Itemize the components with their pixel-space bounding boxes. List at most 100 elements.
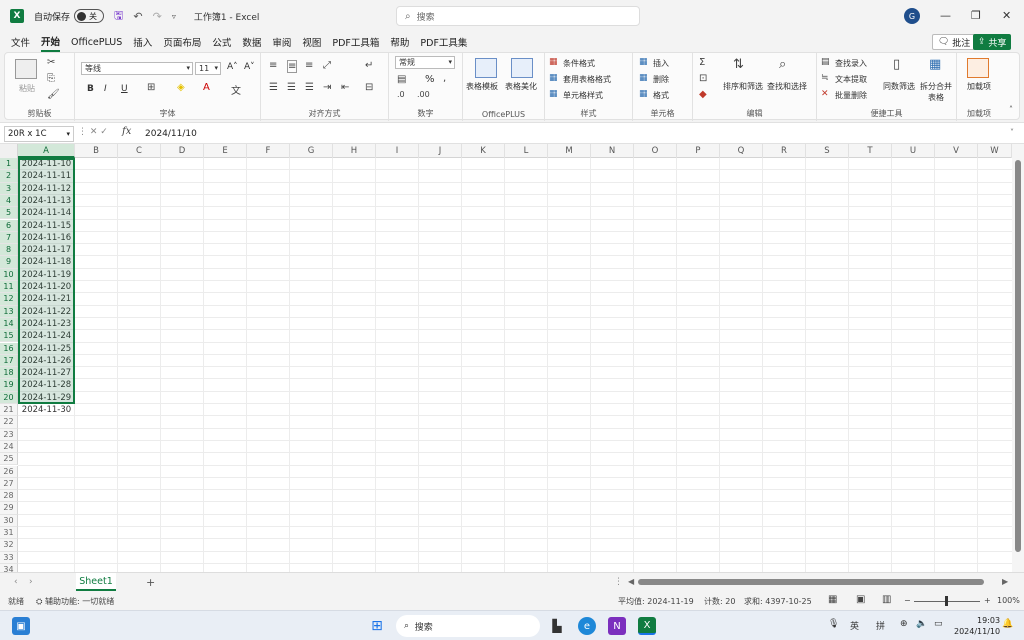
row-header[interactable]: 24: [0, 440, 18, 454]
addins-icon[interactable]: [967, 58, 989, 78]
add-sheet-button[interactable]: +: [146, 576, 155, 589]
sheet-nav-arrows-icon[interactable]: ‹ ›: [14, 577, 33, 587]
column-header[interactable]: I: [376, 144, 419, 158]
sort-filter-button[interactable]: 排序和筛选: [723, 81, 763, 92]
row-header[interactable]: 34: [0, 563, 18, 572]
row-header[interactable]: 21: [0, 404, 18, 417]
row-header[interactable]: 16: [0, 342, 18, 355]
column-header[interactable]: V: [935, 144, 978, 158]
vertical-scroll-thumb[interactable]: [1015, 160, 1021, 552]
battery-icon[interactable]: ▭: [934, 619, 943, 629]
table-template-icon[interactable]: [475, 58, 497, 78]
format-painter-icon[interactable]: 🖌: [47, 89, 60, 100]
ime-mode[interactable]: 拼: [876, 619, 885, 632]
column-header[interactable]: T: [849, 144, 892, 158]
wrap-text-icon[interactable]: ↵: [365, 60, 373, 71]
insert-function-icon[interactable]: fx: [122, 126, 131, 137]
underline-button[interactable]: U: [121, 84, 128, 94]
menu-item-6[interactable]: 数据: [242, 33, 261, 51]
notification-icon[interactable]: 🔔: [1002, 619, 1013, 629]
select-all-corner[interactable]: [0, 144, 18, 158]
comma-icon[interactable]: ,: [443, 73, 446, 84]
split-merge-button[interactable]: 拆分合并表格: [917, 81, 955, 103]
column-header[interactable]: A: [18, 144, 75, 158]
row-header[interactable]: 17: [0, 354, 18, 368]
column-header[interactable]: E: [204, 144, 247, 158]
excel-taskbar-icon[interactable]: X: [638, 617, 656, 635]
row-header[interactable]: 20: [0, 391, 18, 404]
currency-icon[interactable]: ▤: [397, 74, 406, 85]
mic-icon[interactable]: 🎙: [828, 619, 839, 629]
text-extract-button[interactable]: 文本提取: [835, 74, 867, 85]
font-size-select[interactable]: 11 ▾: [195, 62, 221, 75]
share-button[interactable]: ⇪ 共享: [973, 34, 1012, 50]
shrink-font-button[interactable]: A˅: [244, 62, 255, 72]
sheet-tab-sheet1[interactable]: Sheet1: [76, 573, 116, 591]
minimize-button[interactable]: —: [940, 9, 951, 22]
scroll-left-icon[interactable]: ◀: [628, 577, 634, 586]
row-header[interactable]: 18: [0, 367, 18, 380]
row-header[interactable]: 30: [0, 514, 18, 527]
row-header[interactable]: 25: [0, 453, 18, 466]
clock[interactable]: 19:03 2024/11/10: [954, 615, 1000, 637]
zoom-in-icon[interactable]: +: [984, 596, 991, 605]
conditional-format-button[interactable]: 条件格式: [563, 58, 595, 69]
column-header[interactable]: U: [892, 144, 935, 158]
outdent-icon[interactable]: ⇤: [341, 82, 349, 93]
column-header[interactable]: H: [333, 144, 376, 158]
font-color-icon[interactable]: A: [203, 82, 210, 93]
clear-icon[interactable]: ◆: [699, 89, 707, 100]
close-button[interactable]: ✕: [1002, 9, 1011, 22]
column-header[interactable]: S: [806, 144, 849, 158]
row-header[interactable]: 6: [0, 219, 18, 232]
cell-styles-button[interactable]: 单元格样式: [563, 90, 603, 101]
column-header[interactable]: N: [591, 144, 634, 158]
menu-item-4[interactable]: 页面布局: [163, 33, 201, 51]
number-format-select[interactable]: 常规 ▾: [395, 56, 455, 69]
row-header[interactable]: 33: [0, 551, 18, 564]
menu-item-3[interactable]: 插入: [133, 33, 152, 51]
font-name-select[interactable]: 等线 ▾: [81, 62, 193, 75]
horizontal-scroll-thumb[interactable]: [638, 579, 984, 585]
decrease-decimal-icon[interactable]: .00: [417, 90, 430, 99]
column-header[interactable]: D: [161, 144, 204, 158]
accessibility-status[interactable]: ⛭ 辅助功能: 一切就绪: [36, 596, 114, 607]
column-header[interactable]: K: [462, 144, 505, 158]
table-format-button[interactable]: 套用表格格式: [563, 74, 611, 85]
align-left-icon[interactable]: ☰: [269, 82, 278, 93]
column-header[interactable]: M: [548, 144, 591, 158]
start-icon[interactable]: ⊞: [368, 617, 386, 635]
row-header[interactable]: 14: [0, 317, 18, 331]
row-header[interactable]: 15: [0, 330, 18, 343]
delete-button[interactable]: 删除: [653, 74, 669, 85]
paste-icon[interactable]: [15, 59, 37, 79]
collapse-ribbon-icon[interactable]: ˄: [1009, 105, 1013, 114]
row-header[interactable]: 3: [0, 182, 18, 195]
align-right-icon[interactable]: ☰: [305, 82, 314, 93]
cells-area[interactable]: 2024-11-10 2024-11-11 2024-11-12 2024-11-13…: [18, 158, 1021, 572]
column-header[interactable]: J: [419, 144, 462, 158]
table-beautify-button[interactable]: 表格美化: [505, 81, 537, 92]
menu-item-1[interactable]: 开始: [41, 32, 61, 52]
row-header[interactable]: 19: [0, 379, 18, 392]
row-header[interactable]: 22: [0, 416, 18, 429]
undo-icon[interactable]: ↶: [133, 10, 142, 23]
spreadsheet-grid[interactable]: ABCDEFGHIJKLMNOPQRSTUVW 1 2 3 4 5 6 7 8 9 10 11 12 1…: [0, 144, 1024, 572]
bold-button[interactable]: B: [87, 84, 94, 94]
same-value-button[interactable]: 同数筛选: [883, 81, 915, 92]
title-search-input[interactable]: ⌕ 搜索: [396, 6, 640, 26]
vertical-scrollbar[interactable]: [1012, 144, 1024, 572]
phonetic-icon[interactable]: 文: [231, 82, 241, 97]
align-bottom-icon[interactable]: ≡: [305, 60, 313, 71]
column-header[interactable]: Q: [720, 144, 763, 158]
customize-qat-icon[interactable]: ▿: [172, 12, 176, 21]
row-header[interactable]: 9: [0, 256, 18, 269]
save-icon[interactable]: 🖫: [114, 7, 123, 26]
batch-remove-button[interactable]: 批量删除: [835, 90, 867, 101]
increase-decimal-icon[interactable]: .0: [397, 90, 405, 99]
copy-icon[interactable]: ⎘: [47, 73, 55, 84]
align-center-icon[interactable]: ☰: [287, 82, 296, 93]
zoom-out-icon[interactable]: −: [904, 596, 911, 605]
avatar[interactable]: G: [904, 8, 920, 24]
orientation-icon[interactable]: ⤢: [323, 60, 331, 71]
